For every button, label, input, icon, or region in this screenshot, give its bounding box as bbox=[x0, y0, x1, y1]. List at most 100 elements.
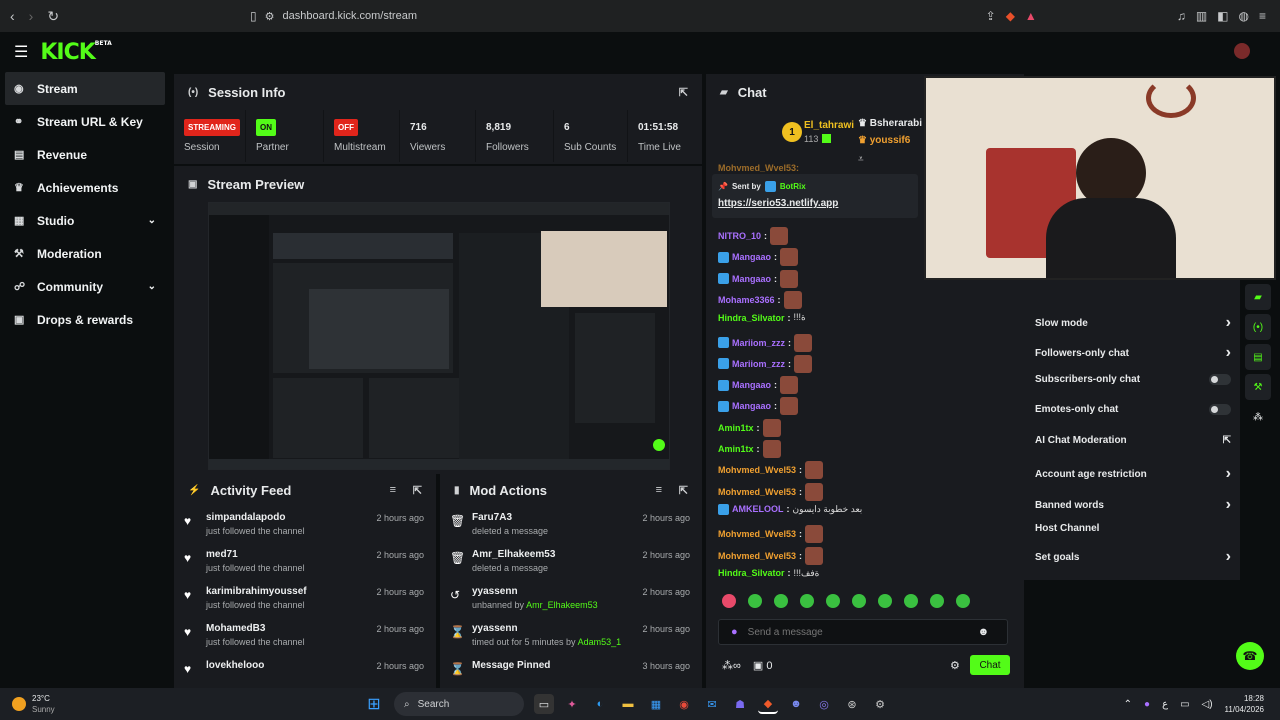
external-link-icon[interactable]: ⇱ bbox=[1223, 435, 1231, 446]
toggle-switch[interactable] bbox=[1209, 404, 1231, 415]
users-icon[interactable]: ⁂∞ bbox=[722, 659, 741, 672]
chat-setting-row[interactable]: Set goals › bbox=[1035, 548, 1231, 566]
chat-setting-row[interactable]: Account age restriction › bbox=[1035, 465, 1231, 483]
teams-icon[interactable]: ☗ bbox=[730, 694, 750, 714]
emote-icon[interactable] bbox=[930, 594, 944, 608]
wallet-icon[interactable]: ◧ bbox=[1217, 9, 1228, 23]
help-button[interactable]: ☎ bbox=[1236, 642, 1264, 670]
stream-preview-video[interactable] bbox=[208, 202, 670, 470]
avatar[interactable] bbox=[1234, 43, 1250, 59]
sidebar-item-studio[interactable]: ▦ Studio ⌄ bbox=[0, 204, 170, 237]
pinned-link[interactable]: https://serio53.netlify.app bbox=[718, 198, 838, 209]
obs-icon[interactable]: ◎ bbox=[814, 694, 834, 714]
chat-setting-row[interactable]: Emotes-only chat bbox=[1035, 404, 1231, 415]
emote-icon[interactable] bbox=[774, 594, 788, 608]
chat-setting-row[interactable]: Host Channel bbox=[1035, 523, 1231, 534]
brave-shield-icon[interactable]: ◆ bbox=[1006, 9, 1015, 23]
sidebar-item-stream-url[interactable]: ⚭ Stream URL & Key bbox=[0, 105, 170, 138]
filter-icon[interactable]: ≡ bbox=[390, 484, 396, 496]
chat-username[interactable]: Amin1tx bbox=[718, 423, 754, 433]
discord-icon[interactable]: ☻ bbox=[786, 694, 806, 714]
network-icon[interactable]: ▭ bbox=[1180, 699, 1189, 710]
emote-icon[interactable] bbox=[800, 594, 814, 608]
address-bar[interactable]: dashboard.kick.com/stream bbox=[282, 10, 417, 22]
gear-icon[interactable]: ⚙ bbox=[950, 659, 960, 672]
chat-username[interactable]: Amin1tx bbox=[718, 444, 754, 454]
chat-username[interactable]: Hindra_Silvator bbox=[718, 568, 785, 578]
forward-icon[interactable]: › bbox=[29, 8, 34, 25]
chat-username[interactable]: AMKELOOL bbox=[732, 504, 784, 514]
chat-setting-row[interactable]: Subscribers-only chat bbox=[1035, 374, 1231, 385]
rewards-icon[interactable]: ▲ bbox=[1025, 9, 1037, 23]
chevron-up-icon[interactable]: ⌃ bbox=[1124, 699, 1132, 710]
filter-icon[interactable]: ≡ bbox=[656, 484, 662, 496]
chat-setting-row[interactable]: Slow mode › bbox=[1035, 314, 1231, 332]
chevron-right-icon[interactable]: › bbox=[1226, 344, 1231, 362]
chat-username[interactable]: Mangaao bbox=[732, 380, 771, 390]
chat-username[interactable]: Mohvmed_Wvel53 bbox=[718, 465, 796, 475]
windows-start-icon[interactable]: ⊞ bbox=[364, 694, 384, 714]
chevron-right-icon[interactable]: › bbox=[1226, 314, 1231, 332]
brave-icon[interactable]: ◆ bbox=[758, 694, 778, 714]
share-icon[interactable]: ⇪ bbox=[986, 9, 996, 23]
kick-logo[interactable]: KICKBETA bbox=[40, 40, 111, 65]
emote-icon[interactable] bbox=[826, 594, 840, 608]
mic-icon[interactable]: ● bbox=[731, 626, 738, 638]
taskbar-search[interactable]: ⌕ Search bbox=[394, 692, 524, 716]
menu-icon[interactable]: ≡ bbox=[1259, 9, 1266, 23]
chat-username[interactable]: Mangaao bbox=[732, 401, 771, 411]
gifter-name[interactable]: El_tahrawi bbox=[804, 120, 854, 131]
language-icon[interactable]: ع bbox=[1162, 699, 1168, 710]
sidebar-item-revenue[interactable]: ▤ Revenue bbox=[0, 138, 170, 171]
chat-username[interactable]: Mohame3366 bbox=[718, 295, 775, 305]
bookmark-icon[interactable]: ▯ bbox=[250, 9, 257, 23]
chat-username[interactable]: Mariiom_zzz bbox=[732, 359, 785, 369]
popout-icon[interactable]: ⇱ bbox=[679, 86, 688, 99]
emote-icon[interactable] bbox=[722, 594, 736, 608]
mic-icon[interactable]: ● bbox=[1144, 699, 1150, 710]
copilot-icon[interactable]: ✦ bbox=[562, 694, 582, 714]
music-icon[interactable]: ♫ bbox=[1177, 9, 1186, 23]
chat-bubble-icon[interactable]: ▰ bbox=[1245, 284, 1271, 310]
outlook-icon[interactable]: ✉ bbox=[702, 694, 722, 714]
task-view-icon[interactable]: ▭ bbox=[534, 694, 554, 714]
emote-icon[interactable] bbox=[956, 594, 970, 608]
chat-send-button[interactable]: Chat bbox=[970, 655, 1010, 675]
edge-icon[interactable]: ◐ bbox=[590, 694, 610, 714]
chat-username[interactable]: Hindra_Silvator bbox=[718, 313, 785, 323]
chat-setting-row[interactable]: Banned words › bbox=[1035, 496, 1231, 514]
vpn-icon[interactable]: ◍ bbox=[1239, 9, 1249, 23]
chat-username[interactable]: NITRO_10 bbox=[718, 231, 761, 241]
chat-username[interactable]: Mohvmed_Wvel53 bbox=[718, 551, 796, 561]
back-icon[interactable]: ‹ bbox=[10, 8, 15, 25]
popout-icon[interactable]: ⇱ bbox=[679, 484, 688, 497]
toggle-switch[interactable] bbox=[1209, 374, 1231, 385]
collapse-icon[interactable]: ⩡ bbox=[858, 154, 864, 165]
chat-username[interactable]: Mohvmed_Wvel53 bbox=[718, 529, 796, 539]
chat-username[interactable]: Mariiom_zzz bbox=[732, 338, 785, 348]
chat-username[interactable]: Mangaao bbox=[732, 252, 771, 262]
chat-username[interactable]: Mangaao bbox=[732, 274, 771, 284]
gift-count[interactable]: ▣ 0 bbox=[753, 659, 773, 672]
volume-icon[interactable]: ◁) bbox=[1202, 699, 1213, 710]
sidebar-item-moderation[interactable]: ⚒ Moderation bbox=[0, 237, 170, 270]
emote-icon[interactable] bbox=[904, 594, 918, 608]
broadcast-icon[interactable]: (•) bbox=[1245, 314, 1271, 340]
chat-input-box[interactable]: ● ☻ bbox=[718, 619, 1008, 645]
weather-widget[interactable]: 23°C Sunny bbox=[32, 693, 55, 715]
settings-icon[interactable]: ⚙ bbox=[870, 694, 890, 714]
list-icon[interactable]: ▤ bbox=[1245, 344, 1271, 370]
chat-setting-row[interactable]: Followers-only chat › bbox=[1035, 344, 1231, 362]
site-info-icon[interactable]: ⚙ bbox=[265, 10, 275, 23]
store-icon[interactable]: ▦ bbox=[646, 694, 666, 714]
emote-icon[interactable] bbox=[878, 594, 892, 608]
chevron-right-icon[interactable]: › bbox=[1226, 496, 1231, 514]
emote-icon[interactable] bbox=[852, 594, 866, 608]
chat-input[interactable] bbox=[747, 626, 968, 638]
chat-setting-row[interactable]: AI Chat Moderation ⇱ bbox=[1035, 435, 1231, 446]
sidebar-icon[interactable]: ▥ bbox=[1196, 9, 1207, 23]
reload-icon[interactable]: ↻ bbox=[47, 8, 59, 25]
clock[interactable]: 18:28 11/04/2026 bbox=[1225, 693, 1264, 715]
chat-username[interactable]: Mohvmed_Wvel53 bbox=[718, 487, 796, 497]
sidebar-item-stream[interactable]: ◉ Stream bbox=[5, 72, 165, 105]
